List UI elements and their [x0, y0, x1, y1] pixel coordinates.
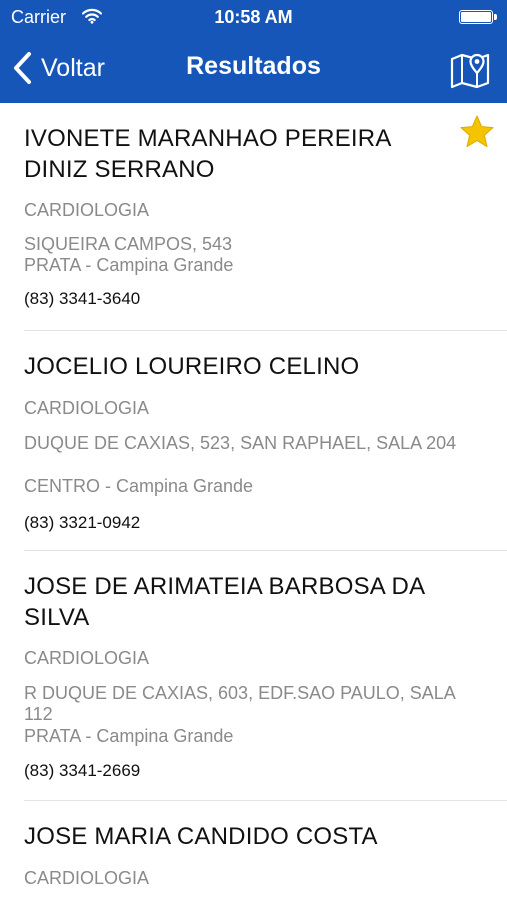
list-item[interactable]: IVONETE MARANHAO PEREIRA DINIZ SERRANO C… [0, 103, 507, 331]
list-item[interactable]: JOSE MARIA CANDIDO COSTA CARDIOLOGIA [0, 801, 507, 900]
battery-tip [494, 14, 497, 20]
phone-number: (83) 3341-3640 [24, 289, 141, 308]
address-city: CENTRO - Campina Grande [24, 476, 254, 496]
doctor-name: IVONETE MARANHAO PEREIRA DINIZ SERRANO [24, 125, 391, 183]
specialty: CARDIOLOGIA [24, 200, 150, 220]
address-street: R DUQUE DE CAXIAS, 603, EDF.SAO PAULO, S… [24, 683, 455, 724]
specialty: CARDIOLOGIA [24, 868, 150, 888]
address-city: PRATA - Campina Grande [24, 255, 234, 275]
map-pin-icon [449, 53, 491, 94]
address-street: SIQUEIRA CAMPOS, 543 [24, 234, 233, 254]
list-item[interactable]: JOCELIO LOUREIRO CELINO CARDIOLOGIA DUQU… [0, 331, 507, 551]
specialty: CARDIOLOGIA [24, 398, 150, 418]
phone-number: (83) 3321-0942 [24, 513, 141, 532]
list-item[interactable]: JOSE DE ARIMATEIA BARBOSA DA SILVA CARDI… [0, 551, 507, 801]
status-bar: Carrier 10:58 AM [0, 0, 507, 34]
specialty: CARDIOLOGIA [24, 648, 150, 668]
address-city: PRATA - Campina Grande [24, 726, 234, 746]
phone-number: (83) 3341-2669 [24, 761, 141, 780]
address-street: DUQUE DE CAXIAS, 523, SAN RAPHAEL, SALA … [24, 433, 457, 453]
page-title: Resultados [186, 52, 321, 80]
clock: 10:58 AM [214, 7, 293, 27]
map-button[interactable] [449, 48, 491, 90]
doctor-name: JOCELIO LOUREIRO CELINO [24, 353, 360, 380]
doctor-name: JOSE DE ARIMATEIA BARBOSA DA SILVA [24, 573, 424, 631]
star-icon[interactable] [459, 114, 495, 150]
battery-icon [459, 10, 493, 24]
navigation-bar: Carrier 10:58 AM Voltar Resultados [0, 0, 507, 103]
doctor-name: JOSE MARIA CANDIDO COSTA [24, 823, 378, 850]
